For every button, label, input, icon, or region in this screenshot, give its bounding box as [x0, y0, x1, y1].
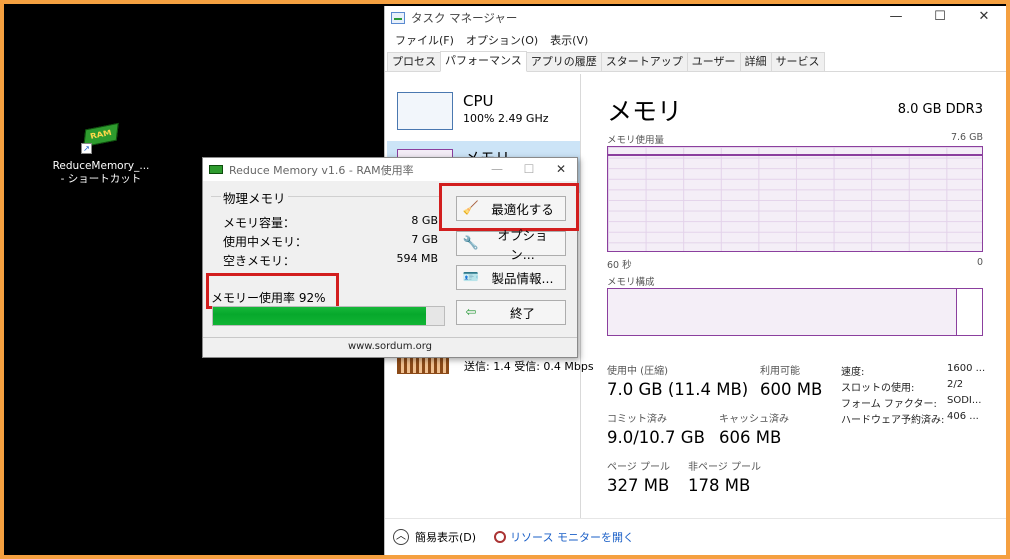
sidebar-cpu-detail: 100% 2.49 GHz — [463, 112, 549, 125]
memory-title: メモリ — [607, 97, 683, 126]
usage-graph-max: 7.6 GB — [950, 132, 983, 143]
detail-slots-value: 2/2 — [947, 379, 964, 390]
desktop-shortcut-reducememory[interactable]: RAM ↗ ReduceMemory_... - ショートカット — [46, 120, 156, 186]
menu-view[interactable]: 表示(V) — [544, 32, 594, 48]
task-manager-icon — [391, 12, 405, 24]
stat-cached: キャッシュ済み 606 MB — [719, 414, 789, 447]
exit-door-icon: ⇦ — [465, 304, 477, 320]
rm-close-button[interactable]: ✕ — [545, 158, 577, 180]
exit-button[interactable]: ⇦ 終了 — [456, 300, 566, 325]
shortcut-label: ReduceMemory_... - ショートカット — [52, 160, 150, 185]
composition-label: メモリ構成 — [607, 277, 655, 288]
menu-options[interactable]: オプション(O) — [460, 32, 544, 48]
tab-details[interactable]: 詳細 — [739, 52, 772, 71]
reduce-memory-dialog: Reduce Memory v1.6 - RAM使用率 — ☐ ✕ 物理メモリ … — [202, 157, 579, 358]
rm-title: Reduce Memory v1.6 - RAM使用率 — [229, 163, 414, 177]
ram-icon: RAM ↗ — [81, 120, 121, 154]
shortcut-arrow-icon: ↗ — [81, 143, 92, 154]
resource-monitor-icon — [494, 531, 507, 543]
tab-startup[interactable]: スタートアップ — [600, 52, 688, 71]
physical-memory-group: 物理メモリ メモリ容量： 8 GB 使用中メモリ： 7 GB 空きメモリ： 59… — [211, 188, 442, 270]
stat-paged-pool: ページ プール 327 MB — [607, 462, 670, 495]
tab-users[interactable]: ユーザー — [686, 52, 741, 71]
detail-reserved-value: 406 ... — [947, 411, 979, 422]
tm-footer: ︿ 簡易表示(D) リソース モニターを開く — [385, 518, 1006, 555]
product-info-button[interactable]: 🪪 製品情報... — [456, 265, 566, 290]
id-card-icon: 🪪 — [462, 269, 480, 285]
sidebar-cpu-label: CPU — [463, 92, 494, 110]
tab-processes[interactable]: プロセス — [387, 52, 441, 71]
tab-app-history[interactable]: アプリの履歴 — [525, 52, 602, 71]
cpu-thumbnail — [397, 92, 453, 130]
stat-nonpaged-pool: 非ページ プール 178 MB — [688, 462, 761, 495]
ram-chip-icon — [209, 165, 223, 174]
menu-file[interactable]: ファイル(F) — [389, 32, 460, 48]
tm-titlebar[interactable]: タスク マネージャー — ☐ ✕ — [385, 6, 1006, 30]
rm-minimize-button[interactable]: — — [481, 158, 513, 180]
stat-available: 利用可能 600 MB — [760, 366, 823, 399]
sordum-url[interactable]: www.sordum.org — [203, 341, 577, 352]
progress-fill — [213, 307, 426, 325]
row-free: 空きメモリ： 594 MB — [223, 252, 438, 268]
fewer-details-link[interactable]: 簡易表示(D) — [415, 529, 476, 545]
detail-speed-value: 1600 ... — [947, 363, 986, 374]
memory-usage-line — [608, 154, 982, 156]
tm-tabs: プロセス パフォーマンス アプリの履歴 スタートアップ ユーザー 詳細 サービス — [385, 50, 1006, 72]
detail-slots-key: スロットの使用: — [841, 383, 915, 394]
detail-speed-key: 速度: — [841, 367, 865, 378]
memory-usage-progress — [212, 306, 445, 326]
sidebar-item-cpu[interactable]: CPU 100% 2.49 GHz — [395, 92, 575, 136]
chevron-up-icon[interactable]: ︿ — [393, 529, 409, 545]
usage-graph-label: メモリ使用量 — [607, 135, 665, 146]
memory-usage-graph — [607, 146, 983, 252]
close-button[interactable]: ✕ — [962, 6, 1006, 30]
graph-time-left: 60 秒 — [607, 260, 632, 271]
memory-spec: 8.0 GB DDR3 — [897, 102, 983, 117]
wrench-icon: 🔧 — [462, 235, 480, 251]
stat-committed: コミット済み 9.0/10.7 GB — [607, 414, 705, 447]
detail-form-factor-value: SODI... — [947, 395, 982, 406]
detail-reserved-key: ハードウェア予約済み: — [841, 415, 945, 426]
tm-menubar: ファイル(F) オプション(O) 表示(V) — [385, 30, 1006, 50]
usage-highlight-box — [206, 273, 339, 309]
rm-maximize-button[interactable]: ☐ — [513, 158, 545, 180]
stat-in-use: 使用中 (圧縮) 7.0 GB (11.4 MB) — [607, 366, 749, 399]
sidebar-network-detail: 送信: 1.4 受信: 0.4 Mbps — [464, 360, 594, 373]
maximize-button[interactable]: ☐ — [918, 6, 962, 30]
group-title: 物理メモリ — [221, 188, 288, 207]
rm-titlebar[interactable]: Reduce Memory v1.6 - RAM使用率 — ☐ ✕ — [203, 158, 577, 181]
detail-form-factor-key: フォーム ファクター: — [841, 399, 937, 410]
row-capacity: メモリ容量： 8 GB — [223, 214, 438, 230]
minimize-button[interactable]: — — [874, 6, 918, 30]
options-button[interactable]: 🔧 オプション... — [456, 228, 566, 262]
tm-title: タスク マネージャー — [411, 11, 518, 25]
memory-composition-bar — [607, 288, 983, 336]
graph-time-right: 0 — [976, 257, 983, 268]
tab-services[interactable]: サービス — [770, 52, 825, 71]
resource-monitor-link[interactable]: リソース モニターを開く — [494, 529, 634, 545]
tab-performance[interactable]: パフォーマンス — [440, 51, 527, 72]
row-in-use: 使用中メモリ： 7 GB — [223, 233, 438, 249]
